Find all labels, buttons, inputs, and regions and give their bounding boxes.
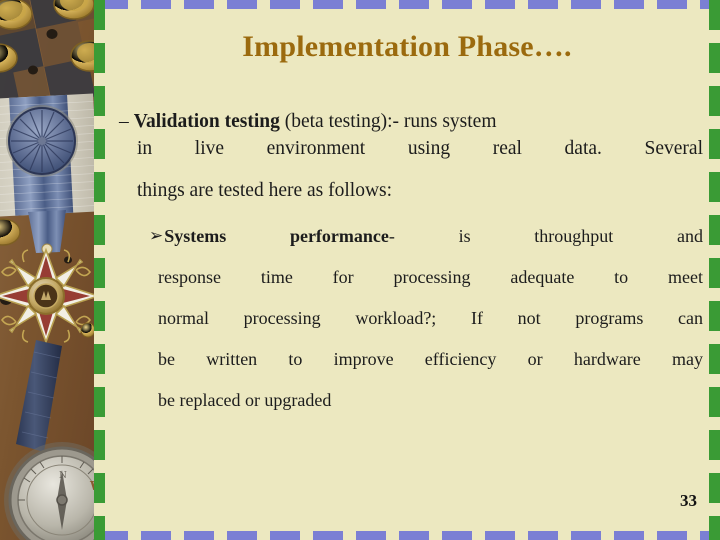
bullet-level2-bold-lead: Systems performance [164,225,389,246]
slide-canvas: W N Implementation Phase…. –Validation t… [0,0,720,540]
arrow-bullet-icon: ➢ [149,225,164,246]
bullet-level1-continuation: in live environment using real data. Sev… [119,138,703,202]
bullet-dash-glyph: – [119,111,129,132]
decorative-photo-strip: W N [0,0,94,540]
bullet-level2-line3: normal processing workload?; If not prog… [158,307,703,328]
slide-content: Implementation Phase…. – Validation testi… [105,0,709,531]
slide-body: – Validation testing (beta testing):- run… [119,112,703,431]
bullet-level2: ➢Systems performance- is throughput and … [119,226,703,411]
page-number: 33 [680,491,697,510]
bullet-level2-line2: response time for processing adequate to… [158,266,703,287]
bullet-level1-lead-rest: (beta testing):- runs system [279,111,497,132]
bullet-level1-line3: things are tested here as follows: [137,179,393,201]
bullet-level1: – Validation testing (beta testing):- run… [119,112,703,132]
bullet-level1-line2: in live environment using real data. Sev… [137,137,703,159]
border-dash-left [94,0,105,540]
bullet-level2-line1: ➢Systems performance- is throughput and [149,226,703,247]
bullet-level2-line5: be replaced or upgraded [158,389,332,410]
border-dash-right [709,0,720,540]
border-dash-bottom [98,531,720,540]
page-title: Implementation Phase…. [242,30,572,63]
bullet-level1-bold-lead: Validation testing [133,111,280,132]
bullet-level2-line4: be written to improve efficiency or hard… [158,348,703,369]
bullet-level2-lead-rest: - is throughput and [388,225,703,246]
